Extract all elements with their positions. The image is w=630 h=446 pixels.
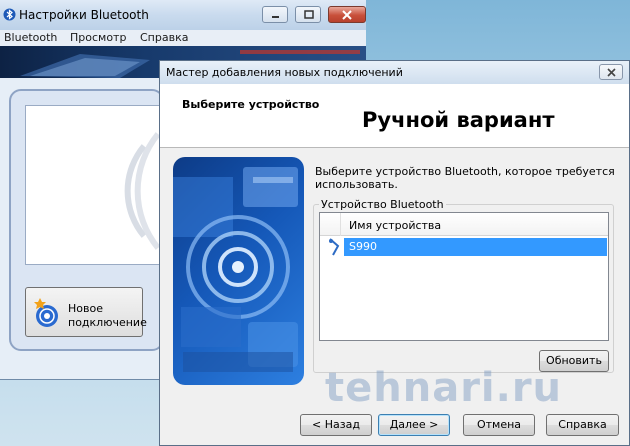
instruction-line-2: использовать. bbox=[315, 178, 398, 191]
menu-bar: Bluetooth Просмотр Справка bbox=[0, 30, 366, 46]
device-list[interactable]: Имя устройства S990 bbox=[319, 212, 609, 341]
devices-illustration bbox=[173, 167, 298, 372]
page-title: Ручной вариант bbox=[362, 108, 555, 132]
column-separator bbox=[340, 213, 341, 236]
bluetooth-device-group: Устройство Bluetooth Имя устройства S990… bbox=[313, 198, 614, 373]
list-header: Имя устройства bbox=[320, 213, 608, 236]
next-button[interactable]: Далее > bbox=[378, 414, 450, 436]
device-name: S990 bbox=[349, 240, 377, 253]
watermark: tehnari.ru bbox=[325, 365, 563, 411]
help-button[interactable]: Справка bbox=[546, 414, 619, 436]
signal-waves-graphic bbox=[124, 132, 161, 250]
new-connection-icon bbox=[34, 298, 58, 327]
new-connection-label-2: подключение bbox=[68, 316, 147, 329]
wizard-title-bar: Мастер добавления новых подключений bbox=[160, 61, 629, 84]
instruction-line-1: Выберите устройство Bluetooth, которое т… bbox=[315, 165, 615, 178]
list-item[interactable]: S990 bbox=[320, 238, 608, 256]
bluetooth-icon bbox=[3, 8, 16, 21]
minimize-icon bbox=[272, 16, 279, 18]
wizard-side-image bbox=[173, 157, 304, 385]
instruction-text: Выберите устройство Bluetooth, которое т… bbox=[315, 165, 615, 191]
new-connection-label-1: Новое bbox=[68, 302, 103, 315]
devices-area bbox=[25, 105, 175, 265]
new-connection-button[interactable]: Новое подключение bbox=[25, 287, 147, 337]
menu-help[interactable]: Справка bbox=[140, 31, 188, 44]
group-label: Устройство Bluetooth bbox=[319, 198, 446, 211]
menu-bluetooth[interactable]: Bluetooth bbox=[4, 31, 57, 44]
maximize-icon bbox=[304, 10, 314, 19]
wizard-title: Мастер добавления новых подключений bbox=[166, 66, 403, 79]
wizard-header: Выберите устройство Ручной вариант bbox=[160, 84, 629, 148]
selected-device[interactable]: S990 bbox=[344, 238, 607, 256]
close-button[interactable] bbox=[328, 6, 366, 23]
minimize-button[interactable] bbox=[262, 6, 288, 23]
title-bar: Настройки Bluetooth bbox=[0, 0, 366, 30]
window-title: Настройки Bluetooth bbox=[19, 8, 149, 22]
maximize-button[interactable] bbox=[295, 6, 321, 23]
back-button[interactable]: < Назад bbox=[300, 414, 372, 436]
menu-view[interactable]: Просмотр bbox=[70, 31, 126, 44]
phone-icon bbox=[329, 238, 340, 256]
step-title: Выберите устройство bbox=[182, 98, 320, 111]
cancel-button[interactable]: Отмена bbox=[463, 414, 535, 436]
wizard-close-button[interactable] bbox=[599, 64, 623, 80]
close-icon bbox=[342, 10, 352, 20]
close-icon bbox=[607, 68, 616, 77]
column-header-device-name[interactable]: Имя устройства bbox=[349, 219, 441, 232]
